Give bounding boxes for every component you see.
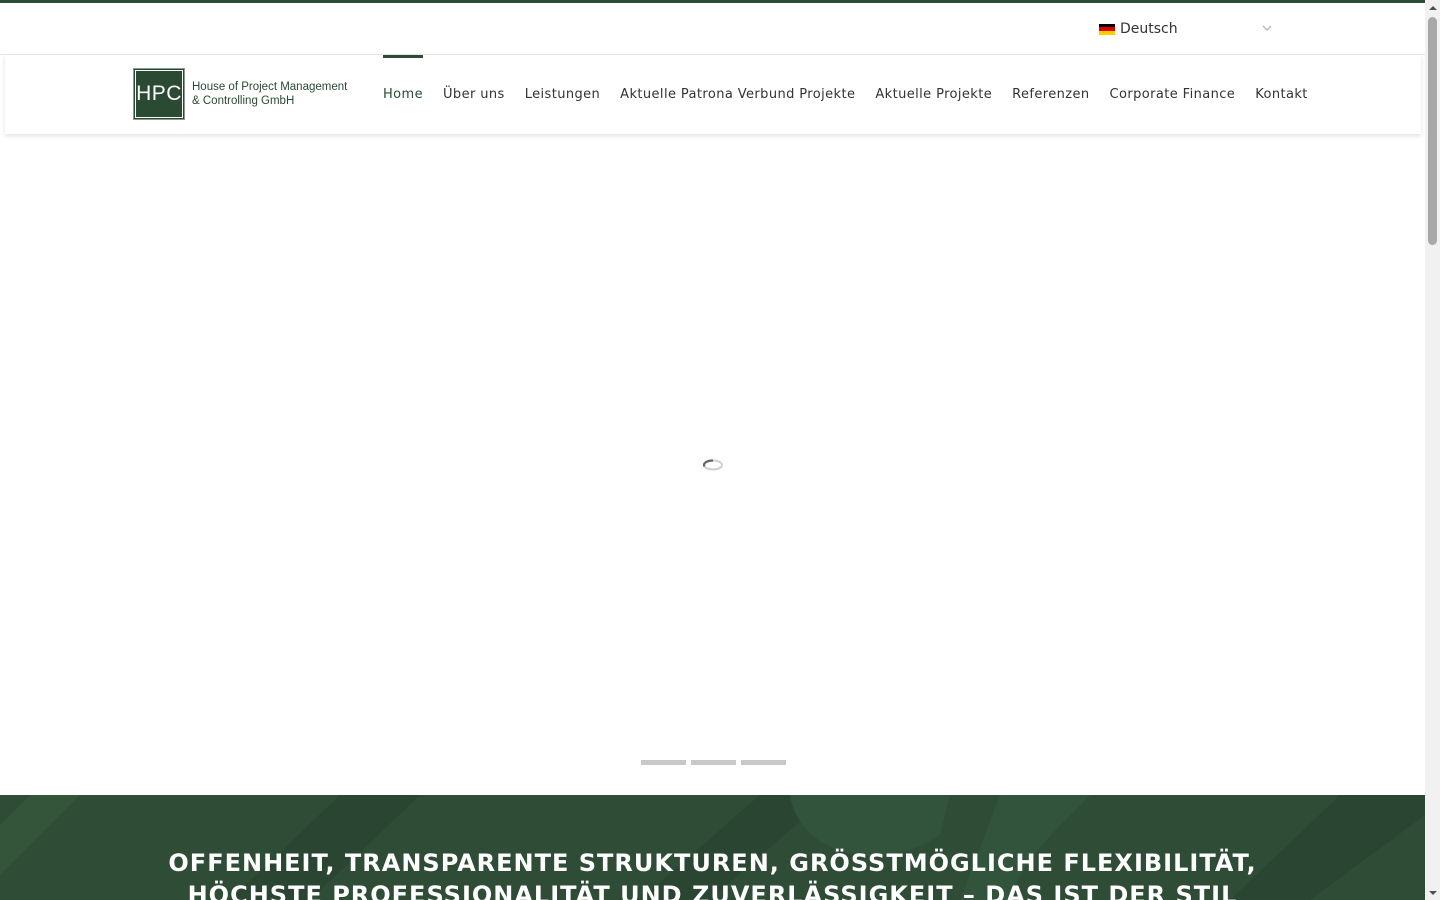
company-logo[interactable]: HPC House of Project Management & Contro… — [133, 68, 347, 120]
nav-item-home[interactable]: Home — [383, 55, 433, 134]
logo-wordmark: House of Project Management & Controllin… — [192, 80, 347, 108]
slider-dot-1[interactable] — [641, 760, 686, 765]
page-viewport: Deutsch HPC House of Project Management … — [0, 0, 1425, 900]
language-selector[interactable]: Deutsch — [1094, 16, 1280, 42]
nav-item-kontakt[interactable]: Kontakt — [1245, 55, 1318, 134]
scroll-up-arrow-icon[interactable] — [1425, 0, 1440, 15]
company-tagline: OFFENHEIT, TRANSPARENTE STRUKTUREN, GRÖS… — [168, 849, 1257, 900]
slider-dot-2[interactable] — [691, 760, 736, 765]
site-header: HPC House of Project Management & Contro… — [5, 55, 1421, 134]
nav-item-leistungen[interactable]: Leistungen — [515, 55, 610, 134]
page-scrollbar[interactable] — [1425, 0, 1440, 900]
slider-dot-3[interactable] — [741, 760, 786, 765]
nav-item-ueber-uns[interactable]: Über uns — [433, 55, 515, 134]
language-selected-label: Deutsch — [1120, 21, 1178, 37]
logo-initials: HPC — [136, 82, 182, 105]
tagline-band: OFFENHEIT, TRANSPARENTE STRUKTUREN, GRÖS… — [0, 795, 1425, 900]
slider-pagination — [641, 760, 786, 765]
chevron-down-icon — [1262, 25, 1272, 31]
logo-line-2: & Controlling GmbH — [192, 95, 295, 107]
scrollbar-thumb[interactable] — [1428, 17, 1437, 245]
germany-flag-icon — [1099, 23, 1115, 35]
nav-item-referenzen[interactable]: Referenzen — [1002, 55, 1099, 134]
scroll-down-arrow-icon[interactable] — [1425, 885, 1440, 900]
logo-line-1: House of Project Management — [192, 81, 348, 93]
nav-item-aktuelle-projekte[interactable]: Aktuelle Projekte — [865, 55, 1002, 134]
main-navigation: Home Über uns Leistungen Aktuelle Patron… — [383, 55, 1318, 134]
logo-mark: HPC — [133, 68, 185, 120]
loading-spinner-icon — [702, 459, 723, 471]
nav-item-corporate-finance[interactable]: Corporate Finance — [1100, 55, 1246, 134]
nav-item-patrona-verbund-projekte[interactable]: Aktuelle Patrona Verbund Projekte — [610, 55, 865, 134]
hero-slider — [0, 134, 1425, 795]
language-bar: Deutsch — [0, 3, 1425, 55]
